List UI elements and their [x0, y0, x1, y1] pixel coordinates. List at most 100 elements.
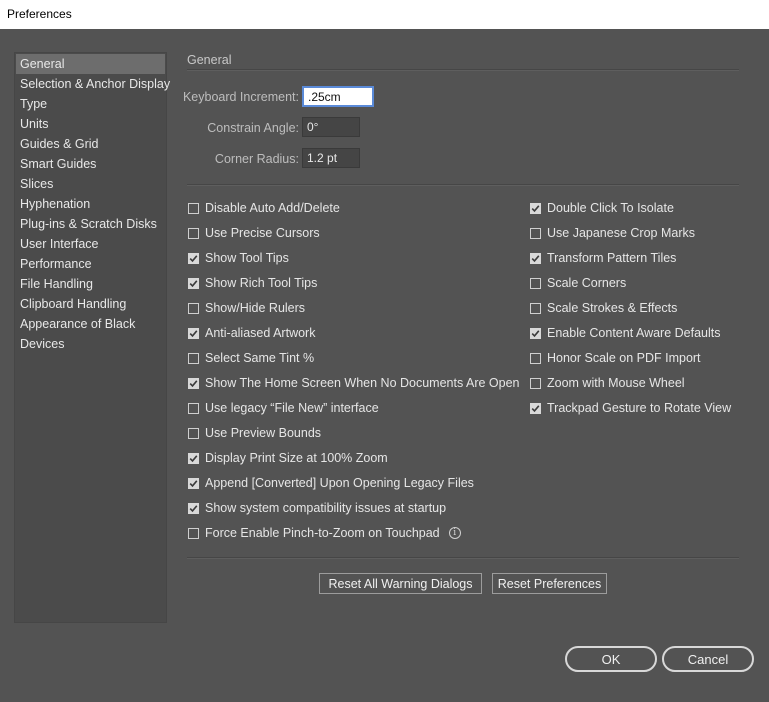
checkbox[interactable]: [188, 277, 199, 289]
option-transform-pattern-tiles[interactable]: Transform Pattern Tiles: [530, 250, 676, 266]
checkbox[interactable]: [188, 427, 199, 439]
option-display-print-size-at-100-zoom[interactable]: Display Print Size at 100% Zoom: [188, 450, 388, 466]
constrain-angle-label: Constrain Angle:: [207, 121, 299, 135]
checkbox[interactable]: [530, 202, 541, 214]
constrain-angle-input[interactable]: [302, 117, 360, 137]
checkbox-label: Use Precise Cursors: [205, 226, 320, 240]
checkbox-label: Show The Home Screen When No Documents A…: [205, 376, 520, 390]
sidebar-item-devices[interactable]: Devices: [15, 334, 166, 354]
checkbox-label: Use Japanese Crop Marks: [547, 226, 695, 240]
checkbox[interactable]: [530, 327, 541, 339]
reset-preferences-button[interactable]: Reset Preferences: [492, 573, 607, 594]
option-use-precise-cursors[interactable]: Use Precise Cursors: [188, 225, 320, 241]
option-scale-strokes-effects[interactable]: Scale Strokes & Effects: [530, 300, 677, 316]
checkbox[interactable]: [530, 377, 541, 389]
sidebar-item-type[interactable]: Type: [15, 94, 166, 114]
cancel-button[interactable]: Cancel: [662, 646, 754, 672]
option-select-same-tint[interactable]: Select Same Tint %: [188, 350, 314, 366]
option-zoom-with-mouse-wheel[interactable]: Zoom with Mouse Wheel: [530, 375, 685, 391]
sidebar-item-performance[interactable]: Performance: [15, 254, 166, 274]
sidebar-item-guides-grid[interactable]: Guides & Grid: [15, 134, 166, 154]
checkmark-icon: [531, 404, 540, 412]
option-anti-aliased-artwork[interactable]: Anti-aliased Artwork: [188, 325, 315, 341]
checkbox-label: Scale Strokes & Effects: [547, 301, 678, 315]
checkbox[interactable]: [188, 252, 199, 264]
option-double-click-to-isolate[interactable]: Double Click To Isolate: [530, 200, 674, 216]
option-use-japanese-crop-marks[interactable]: Use Japanese Crop Marks: [530, 225, 695, 241]
sidebar-item-appearance-of-black[interactable]: Appearance of Black: [15, 314, 166, 334]
checkbox-label: Anti-aliased Artwork: [205, 326, 316, 340]
sidebar-item-general[interactable]: General: [16, 54, 165, 74]
checkbox-label: Select Same Tint %: [205, 351, 315, 365]
checkbox[interactable]: [530, 277, 541, 289]
checkbox[interactable]: [530, 302, 541, 314]
checkbox[interactable]: [530, 252, 541, 264]
sidebar-item-slices[interactable]: Slices: [15, 174, 166, 194]
option-show-rich-tool-tips[interactable]: Show Rich Tool Tips: [188, 275, 317, 291]
checkbox-label: Zoom with Mouse Wheel: [547, 376, 685, 390]
checkbox[interactable]: [530, 402, 541, 414]
checkbox-label: Scale Corners: [547, 276, 627, 290]
option-show-hide-rulers[interactable]: Show/Hide Rulers: [188, 300, 305, 316]
checkbox[interactable]: [188, 202, 199, 214]
checkbox-label: Force Enable Pinch-to-Zoom on Touchpad: [205, 526, 440, 540]
sidebar-item-units[interactable]: Units: [15, 114, 166, 134]
sidebar-item-plug-ins-scratch-disks[interactable]: Plug-ins & Scratch Disks: [15, 214, 166, 234]
sidebar-item-clipboard-handling[interactable]: Clipboard Handling: [15, 294, 166, 314]
checkbox[interactable]: [188, 327, 199, 339]
option-show-system-compatibility-issues-at-startup[interactable]: Show system compatibility issues at star…: [188, 500, 446, 516]
option-trackpad-gesture-to-rotate-view[interactable]: Trackpad Gesture to Rotate View: [530, 400, 731, 416]
option-show-tool-tips[interactable]: Show Tool Tips: [188, 250, 289, 266]
option-use-legacy-file-new-interface[interactable]: Use legacy “File New” interface: [188, 400, 379, 416]
option-enable-content-aware-defaults[interactable]: Enable Content Aware Defaults: [530, 325, 721, 341]
option-append-converted-upon-opening-legacy-files[interactable]: Append [Converted] Upon Opening Legacy F…: [188, 475, 474, 491]
checkmark-icon: [189, 329, 198, 337]
reset-warning-dialogs-button[interactable]: Reset All Warning Dialogs: [319, 573, 482, 594]
info-icon[interactable]: i: [448, 527, 461, 539]
sidebar-item-hyphenation[interactable]: Hyphenation: [15, 194, 166, 214]
section-divider-top: [187, 69, 739, 71]
option-force-enable-pinch-to-zoom-on-touchpad[interactable]: Force Enable Pinch-to-Zoom on Touchpad i: [188, 525, 461, 541]
keyboard-increment-input[interactable]: [302, 86, 374, 107]
checkbox-label: Double Click To Isolate: [547, 201, 674, 215]
checkbox[interactable]: [188, 527, 199, 539]
sidebar-item-smart-guides[interactable]: Smart Guides: [15, 154, 166, 174]
option-disable-auto-add-delete[interactable]: Disable Auto Add/Delete: [188, 200, 340, 216]
checkbox[interactable]: [188, 352, 199, 364]
corner-radius-input[interactable]: [302, 148, 360, 168]
option-use-preview-bounds[interactable]: Use Preview Bounds: [188, 425, 321, 441]
window-title: Preferences: [7, 7, 72, 21]
checkbox[interactable]: [188, 402, 199, 414]
checkbox-label: Show/Hide Rulers: [205, 301, 306, 315]
checkbox[interactable]: [188, 452, 199, 464]
window-title-bar: Preferences: [0, 0, 769, 29]
checkbox-label: Use legacy “File New” interface: [205, 401, 379, 415]
sidebar-item-selection-anchor-display[interactable]: Selection & Anchor Display: [15, 74, 170, 94]
checkbox-label: Transform Pattern Tiles: [547, 251, 677, 265]
section-divider-middle: [187, 184, 739, 186]
checkmark-icon: [531, 204, 540, 212]
checkbox[interactable]: [188, 502, 199, 514]
option-show-the-home-screen-when-no-documents-are-open[interactable]: Show The Home Screen When No Documents A…: [188, 375, 520, 391]
checkmark-icon: [189, 379, 198, 387]
ok-button[interactable]: OK: [565, 646, 657, 672]
checkbox[interactable]: [188, 377, 199, 389]
checkbox-label: Use Preview Bounds: [205, 426, 322, 440]
checkbox-label: Honor Scale on PDF Import: [547, 351, 701, 365]
option-scale-corners[interactable]: Scale Corners: [530, 275, 626, 291]
checkbox[interactable]: [188, 302, 199, 314]
checkmark-icon: [189, 279, 198, 287]
checkbox[interactable]: [530, 352, 541, 364]
sidebar-item-user-interface[interactable]: User Interface: [15, 234, 166, 254]
checkbox[interactable]: [188, 477, 199, 489]
checkbox-label: Show system compatibility issues at star…: [205, 501, 447, 515]
section-title: General: [187, 53, 232, 67]
checkbox[interactable]: [188, 227, 199, 239]
option-honor-scale-on-pdf-import[interactable]: Honor Scale on PDF Import: [530, 350, 701, 366]
checkbox-label: Append [Converted] Upon Opening Legacy F…: [205, 476, 474, 490]
corner-radius-label: Corner Radius:: [214, 152, 299, 166]
checkbox[interactable]: [530, 227, 541, 239]
checkmark-icon: [531, 254, 540, 262]
sidebar-item-file-handling[interactable]: File Handling: [15, 274, 166, 294]
checkbox-label: Enable Content Aware Defaults: [547, 326, 721, 340]
